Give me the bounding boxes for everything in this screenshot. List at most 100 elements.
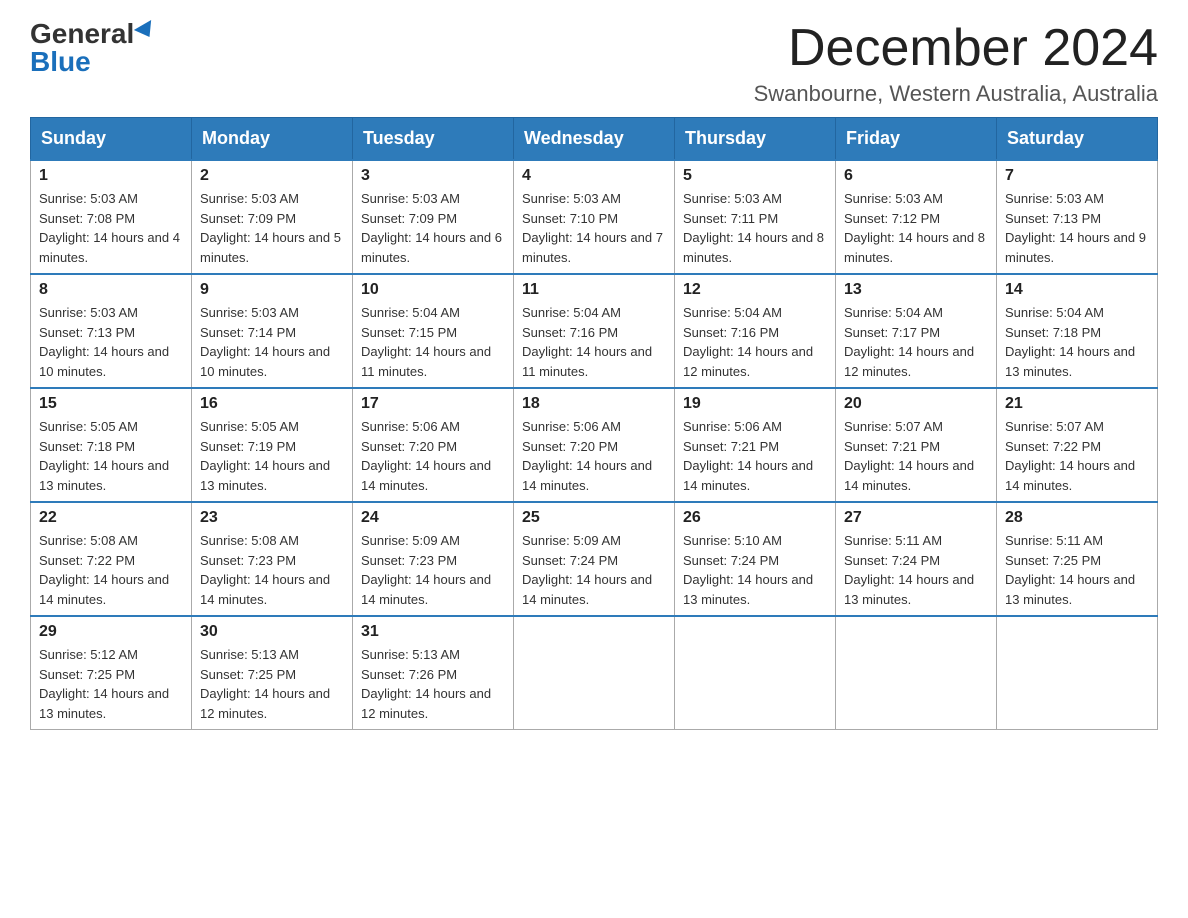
day-number: 29 xyxy=(39,623,183,641)
day-number: 20 xyxy=(844,395,988,413)
calendar-cell xyxy=(675,616,836,730)
calendar-cell: 13 Sunrise: 5:04 AMSunset: 7:17 PMDaylig… xyxy=(836,274,997,388)
day-info: Sunrise: 5:03 AMSunset: 7:13 PMDaylight:… xyxy=(1005,191,1146,265)
day-info: Sunrise: 5:07 AMSunset: 7:21 PMDaylight:… xyxy=(844,419,974,493)
day-number: 15 xyxy=(39,395,183,413)
day-number: 5 xyxy=(683,167,827,185)
calendar-cell: 5 Sunrise: 5:03 AMSunset: 7:11 PMDayligh… xyxy=(675,160,836,274)
calendar-cell: 19 Sunrise: 5:06 AMSunset: 7:21 PMDaylig… xyxy=(675,388,836,502)
calendar-cell: 4 Sunrise: 5:03 AMSunset: 7:10 PMDayligh… xyxy=(514,160,675,274)
day-number: 31 xyxy=(361,623,505,641)
day-info: Sunrise: 5:03 AMSunset: 7:10 PMDaylight:… xyxy=(522,191,663,265)
logo-triangle-icon xyxy=(134,20,158,42)
day-number: 25 xyxy=(522,509,666,527)
day-info: Sunrise: 5:03 AMSunset: 7:09 PMDaylight:… xyxy=(200,191,341,265)
weekday-header-saturday: Saturday xyxy=(997,118,1158,161)
week-row-4: 22 Sunrise: 5:08 AMSunset: 7:22 PMDaylig… xyxy=(31,502,1158,616)
day-info: Sunrise: 5:03 AMSunset: 7:09 PMDaylight:… xyxy=(361,191,502,265)
weekday-header-sunday: Sunday xyxy=(31,118,192,161)
page-header: General Blue December 2024 Swanbourne, W… xyxy=(30,20,1158,107)
calendar-cell: 16 Sunrise: 5:05 AMSunset: 7:19 PMDaylig… xyxy=(192,388,353,502)
day-info: Sunrise: 5:10 AMSunset: 7:24 PMDaylight:… xyxy=(683,533,813,607)
day-info: Sunrise: 5:08 AMSunset: 7:22 PMDaylight:… xyxy=(39,533,169,607)
calendar-cell: 7 Sunrise: 5:03 AMSunset: 7:13 PMDayligh… xyxy=(997,160,1158,274)
day-number: 24 xyxy=(361,509,505,527)
day-info: Sunrise: 5:06 AMSunset: 7:20 PMDaylight:… xyxy=(522,419,652,493)
day-number: 1 xyxy=(39,167,183,185)
calendar-cell xyxy=(514,616,675,730)
calendar-cell: 14 Sunrise: 5:04 AMSunset: 7:18 PMDaylig… xyxy=(997,274,1158,388)
day-info: Sunrise: 5:08 AMSunset: 7:23 PMDaylight:… xyxy=(200,533,330,607)
day-number: 17 xyxy=(361,395,505,413)
calendar-location: Swanbourne, Western Australia, Australia xyxy=(754,81,1158,107)
title-block: December 2024 Swanbourne, Western Austra… xyxy=(754,20,1158,107)
week-row-1: 1 Sunrise: 5:03 AMSunset: 7:08 PMDayligh… xyxy=(31,160,1158,274)
day-number: 11 xyxy=(522,281,666,299)
day-info: Sunrise: 5:05 AMSunset: 7:19 PMDaylight:… xyxy=(200,419,330,493)
day-number: 19 xyxy=(683,395,827,413)
day-number: 27 xyxy=(844,509,988,527)
day-number: 16 xyxy=(200,395,344,413)
day-info: Sunrise: 5:09 AMSunset: 7:24 PMDaylight:… xyxy=(522,533,652,607)
weekday-header-friday: Friday xyxy=(836,118,997,161)
calendar-cell: 30 Sunrise: 5:13 AMSunset: 7:25 PMDaylig… xyxy=(192,616,353,730)
day-info: Sunrise: 5:11 AMSunset: 7:25 PMDaylight:… xyxy=(1005,533,1135,607)
day-info: Sunrise: 5:03 AMSunset: 7:08 PMDaylight:… xyxy=(39,191,180,265)
calendar-cell: 22 Sunrise: 5:08 AMSunset: 7:22 PMDaylig… xyxy=(31,502,192,616)
day-info: Sunrise: 5:12 AMSunset: 7:25 PMDaylight:… xyxy=(39,647,169,721)
calendar-cell: 20 Sunrise: 5:07 AMSunset: 7:21 PMDaylig… xyxy=(836,388,997,502)
day-info: Sunrise: 5:04 AMSunset: 7:16 PMDaylight:… xyxy=(683,305,813,379)
day-info: Sunrise: 5:06 AMSunset: 7:21 PMDaylight:… xyxy=(683,419,813,493)
day-info: Sunrise: 5:05 AMSunset: 7:18 PMDaylight:… xyxy=(39,419,169,493)
calendar-cell: 1 Sunrise: 5:03 AMSunset: 7:08 PMDayligh… xyxy=(31,160,192,274)
calendar-cell: 18 Sunrise: 5:06 AMSunset: 7:20 PMDaylig… xyxy=(514,388,675,502)
day-info: Sunrise: 5:13 AMSunset: 7:26 PMDaylight:… xyxy=(361,647,491,721)
calendar-cell: 11 Sunrise: 5:04 AMSunset: 7:16 PMDaylig… xyxy=(514,274,675,388)
calendar-cell: 12 Sunrise: 5:04 AMSunset: 7:16 PMDaylig… xyxy=(675,274,836,388)
weekday-header-tuesday: Tuesday xyxy=(353,118,514,161)
calendar-cell: 2 Sunrise: 5:03 AMSunset: 7:09 PMDayligh… xyxy=(192,160,353,274)
calendar-cell: 3 Sunrise: 5:03 AMSunset: 7:09 PMDayligh… xyxy=(353,160,514,274)
day-number: 3 xyxy=(361,167,505,185)
calendar-cell: 28 Sunrise: 5:11 AMSunset: 7:25 PMDaylig… xyxy=(997,502,1158,616)
week-row-2: 8 Sunrise: 5:03 AMSunset: 7:13 PMDayligh… xyxy=(31,274,1158,388)
calendar-cell: 8 Sunrise: 5:03 AMSunset: 7:13 PMDayligh… xyxy=(31,274,192,388)
day-number: 13 xyxy=(844,281,988,299)
calendar-cell: 31 Sunrise: 5:13 AMSunset: 7:26 PMDaylig… xyxy=(353,616,514,730)
day-info: Sunrise: 5:04 AMSunset: 7:17 PMDaylight:… xyxy=(844,305,974,379)
day-number: 8 xyxy=(39,281,183,299)
calendar-cell: 10 Sunrise: 5:04 AMSunset: 7:15 PMDaylig… xyxy=(353,274,514,388)
calendar-table: SundayMondayTuesdayWednesdayThursdayFrid… xyxy=(30,117,1158,730)
day-info: Sunrise: 5:04 AMSunset: 7:15 PMDaylight:… xyxy=(361,305,491,379)
week-row-5: 29 Sunrise: 5:12 AMSunset: 7:25 PMDaylig… xyxy=(31,616,1158,730)
day-info: Sunrise: 5:03 AMSunset: 7:12 PMDaylight:… xyxy=(844,191,985,265)
day-info: Sunrise: 5:11 AMSunset: 7:24 PMDaylight:… xyxy=(844,533,974,607)
weekday-header-monday: Monday xyxy=(192,118,353,161)
calendar-cell: 23 Sunrise: 5:08 AMSunset: 7:23 PMDaylig… xyxy=(192,502,353,616)
calendar-cell xyxy=(836,616,997,730)
logo-blue-text: Blue xyxy=(30,48,91,76)
day-number: 9 xyxy=(200,281,344,299)
day-number: 6 xyxy=(844,167,988,185)
day-number: 22 xyxy=(39,509,183,527)
day-info: Sunrise: 5:13 AMSunset: 7:25 PMDaylight:… xyxy=(200,647,330,721)
calendar-cell: 21 Sunrise: 5:07 AMSunset: 7:22 PMDaylig… xyxy=(997,388,1158,502)
day-number: 2 xyxy=(200,167,344,185)
day-info: Sunrise: 5:06 AMSunset: 7:20 PMDaylight:… xyxy=(361,419,491,493)
calendar-cell: 9 Sunrise: 5:03 AMSunset: 7:14 PMDayligh… xyxy=(192,274,353,388)
day-info: Sunrise: 5:09 AMSunset: 7:23 PMDaylight:… xyxy=(361,533,491,607)
calendar-title: December 2024 xyxy=(754,20,1158,77)
calendar-cell: 29 Sunrise: 5:12 AMSunset: 7:25 PMDaylig… xyxy=(31,616,192,730)
day-info: Sunrise: 5:07 AMSunset: 7:22 PMDaylight:… xyxy=(1005,419,1135,493)
weekday-header-thursday: Thursday xyxy=(675,118,836,161)
day-info: Sunrise: 5:04 AMSunset: 7:18 PMDaylight:… xyxy=(1005,305,1135,379)
calendar-cell: 6 Sunrise: 5:03 AMSunset: 7:12 PMDayligh… xyxy=(836,160,997,274)
day-number: 4 xyxy=(522,167,666,185)
calendar-cell: 25 Sunrise: 5:09 AMSunset: 7:24 PMDaylig… xyxy=(514,502,675,616)
calendar-cell: 24 Sunrise: 5:09 AMSunset: 7:23 PMDaylig… xyxy=(353,502,514,616)
calendar-cell: 17 Sunrise: 5:06 AMSunset: 7:20 PMDaylig… xyxy=(353,388,514,502)
weekday-header-row: SundayMondayTuesdayWednesdayThursdayFrid… xyxy=(31,118,1158,161)
calendar-cell xyxy=(997,616,1158,730)
day-number: 18 xyxy=(522,395,666,413)
day-number: 12 xyxy=(683,281,827,299)
